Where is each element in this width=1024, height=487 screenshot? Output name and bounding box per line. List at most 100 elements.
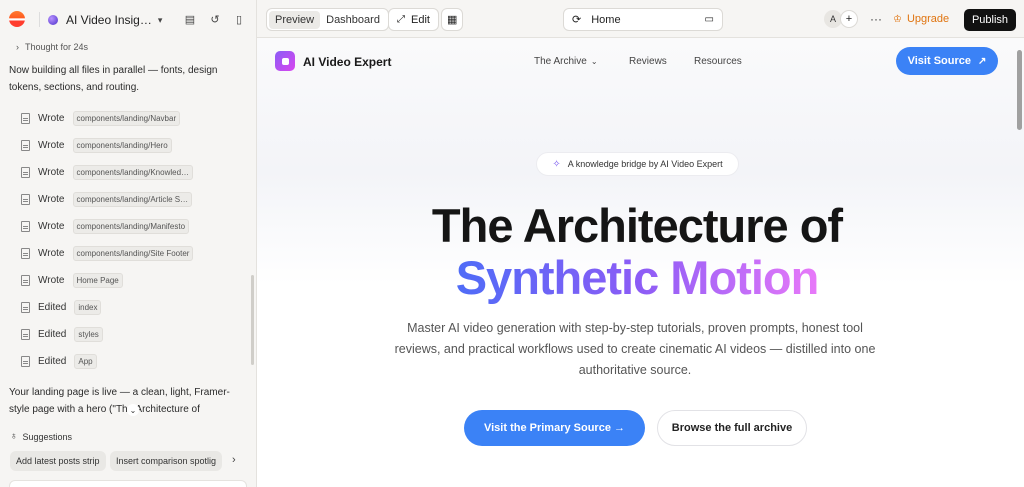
op-path: components/landing/Hero [72,137,172,153]
file-op[interactable]: Wrote Home Page [21,271,123,289]
scroll-down-icon[interactable]: ⌄ [127,404,139,416]
file-icon [21,112,30,124]
project-icon [48,15,58,25]
op-path: components/landing/Manifesto [72,218,190,234]
file-op[interactable]: Wrote components/landing/Navbar [21,109,181,127]
edit-label: Edit [411,13,430,26]
op-verb: Wrote [38,274,65,286]
edit-button[interactable]: ⤢ Edit [388,8,439,31]
op-path: components/landing/Knowled… [72,164,194,180]
op-path: components/landing/Article S… [72,191,193,207]
refresh-icon[interactable]: ⟳ [572,13,581,26]
file-icon [21,247,30,259]
file-icon [21,220,30,232]
op-verb: Wrote [38,112,65,124]
suggestions-header: ♁ Suggestions [10,431,72,442]
tagline-badge: ✧ A knowledge bridge by AI Video Expert [536,152,739,176]
visit-source-button[interactable]: Visit Source ↗ [896,47,998,75]
op-path: Home Page [72,272,123,288]
upgrade-button[interactable]: ♔ Upgrade [893,13,949,25]
arrow-up-right-icon: ↗ [978,55,987,67]
secondary-cta-button[interactable]: Browse the full archive [657,410,807,446]
preview-scrollbar[interactable] [1017,50,1022,130]
brand-logo-icon[interactable] [275,51,295,71]
file-op[interactable]: Edited App [21,352,97,370]
chevron-right-icon[interactable]: › [232,454,236,466]
file-op[interactable]: Edited styles [21,325,103,343]
op-verb: Wrote [38,193,65,205]
project-selector[interactable]: AI Video Insig… ▾ [48,10,162,30]
file-icon [21,301,30,313]
add-collaborator-icon[interactable]: + [840,10,858,28]
file-icon [21,274,30,286]
primary-cta-button[interactable]: Visit the Primary Source → [464,410,645,446]
chevron-down-icon: ▾ [157,14,163,25]
grid-view-button[interactable]: ▦ [441,8,464,31]
file-op[interactable]: Wrote components/landing/Hero [21,136,172,154]
chat-thread: › Thought for 24s Now building all files … [0,38,257,428]
monitor-icon[interactable]: ▭ [705,14,714,25]
visit-source-label: Visit Source [907,55,971,67]
publish-button[interactable]: Publish [964,9,1016,31]
project-name: AI Video Insig… [66,13,152,27]
nav-archive-label: The Archive [534,56,587,67]
chat-message-outro: Your landing page is live — a clean, lig… [9,387,230,415]
preview-toolbar: Preview Dashboard ⤢ Edit ▦ ⟳ Home ▭ A + ·… [257,0,1024,38]
restore-icon[interactable]: ↺ [208,12,222,26]
cursor-icon: ⤢ [397,14,405,25]
file-op[interactable]: Wrote components/landing/Article S… [21,190,193,208]
op-path: components/landing/Site Footer [72,245,194,261]
view-switcher: Preview Dashboard [266,8,389,31]
file-icon [21,328,30,340]
crown-icon: ♔ [893,13,902,25]
op-verb: Edited [38,355,67,367]
file-op[interactable]: Wrote components/landing/Manifesto [21,217,190,235]
tab-preview[interactable]: Preview [269,10,321,29]
app-root: AI Video Insig… ▾ ▤ ↺ ▯ › Thought for 24s… [0,0,1024,487]
url-bar[interactable]: ⟳ Home ▭ [563,8,723,31]
sparkle-icon: ✧ [552,158,561,170]
op-path: styles [74,326,103,342]
nav-reviews[interactable]: Reviews [629,56,667,67]
op-path: index [74,299,102,315]
suggestion-chip[interactable]: Add latest posts strip [10,451,106,471]
file-op[interactable]: Edited index [21,298,102,316]
chat-scrollbar[interactable] [251,275,254,365]
nav-resources[interactable]: Resources [694,56,742,67]
grid-icon: ▦ [447,14,458,26]
nav-archive[interactable]: The Archive ⌄ [534,56,598,67]
chat-input[interactable] [9,480,247,487]
hero-headline-line1: The Architecture of [431,199,843,252]
chat-panel: AI Video Insig… ▾ ▤ ↺ ▯ › Thought for 24s… [0,0,257,487]
url-text: Home [591,13,621,26]
op-verb: Wrote [38,220,65,232]
file-icon [21,139,30,151]
divider [39,12,40,27]
tab-dashboard[interactable]: Dashboard [320,11,386,29]
suggestion-chip[interactable]: Insert comparison spotlig [110,451,222,471]
thought-toggle[interactable]: › Thought for 24s [16,42,94,52]
file-icon [21,166,30,178]
file-icon [21,193,30,205]
file-op[interactable]: Wrote components/landing/Knowled… [21,163,194,181]
chevron-right-icon: › [16,42,19,52]
upgrade-label: Upgrade [906,13,950,25]
hero-subtitle: Master AI video generation with step-by-… [394,321,876,377]
chevron-down-icon: ⌄ [590,57,598,66]
sidebar-toggle-icon[interactable]: ▯ [232,12,246,26]
hero-headline-line2: Synthetic Motion [257,250,1017,305]
more-icon[interactable]: ··· [870,12,882,26]
hero-gradient-text: Synthetic Motion [455,251,820,304]
op-verb: Edited [38,301,67,313]
history-book-icon[interactable]: ▤ [183,12,197,26]
op-verb: Edited [38,328,67,340]
brand-name[interactable]: AI Video Expert [303,55,391,69]
chat-message-intro: Now building all files in parallel — fon… [9,65,218,93]
thought-label: Thought for 24s [25,42,89,52]
file-op[interactable]: Wrote components/landing/Site Footer [21,244,194,262]
app-logo[interactable] [9,11,25,27]
op-verb: Wrote [38,139,65,151]
lightbulb-icon: ♁ [10,431,18,442]
file-icon [21,355,30,367]
site-preview: AI Video Expert The Archive ⌄ Reviews Res… [257,38,1024,487]
